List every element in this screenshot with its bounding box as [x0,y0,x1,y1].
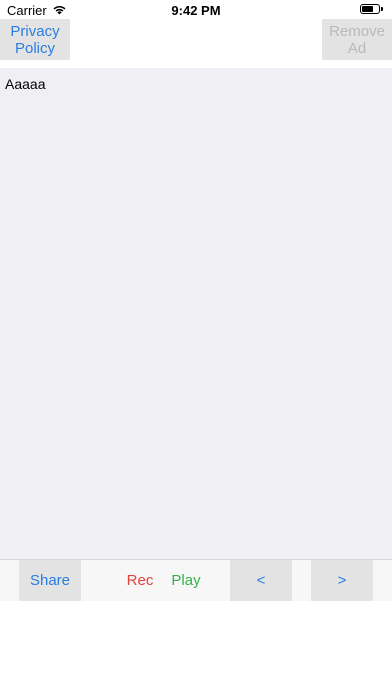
share-button[interactable]: Share [19,560,81,601]
remove-ad-label: Remove Ad [329,23,385,57]
privacy-policy-button[interactable]: Privacy Policy [0,19,70,60]
status-time: 9:42 PM [171,3,221,18]
battery-fill [362,6,373,12]
battery-cap [381,7,383,11]
record-button[interactable]: Rec [118,560,162,601]
remove-ad-button[interactable]: Remove Ad [322,19,392,60]
status-bar: Carrier 9:42 PM [0,0,392,20]
app-screen: Carrier 9:42 PM Privacy Policy Remove Ad… [0,0,392,696]
play-button[interactable]: Play [164,560,208,601]
next-button[interactable]: > [311,560,373,601]
privacy-label-line1: Privacy [10,22,60,40]
privacy-policy-label: Privacy Policy [10,23,59,57]
remove-ad-line1: Remove [329,22,385,40]
battery-icon [360,4,380,14]
text-editor[interactable]: Aaaaa [0,68,392,559]
bottom-toolbar: Share Rec Play < > [0,559,392,601]
previous-button[interactable]: < [230,560,292,601]
ad-banner-area [0,601,392,696]
editor-text: Aaaaa [5,76,46,92]
status-right [360,4,383,14]
privacy-label-line2: Policy [14,39,55,57]
remove-ad-line2: Ad [347,39,367,57]
